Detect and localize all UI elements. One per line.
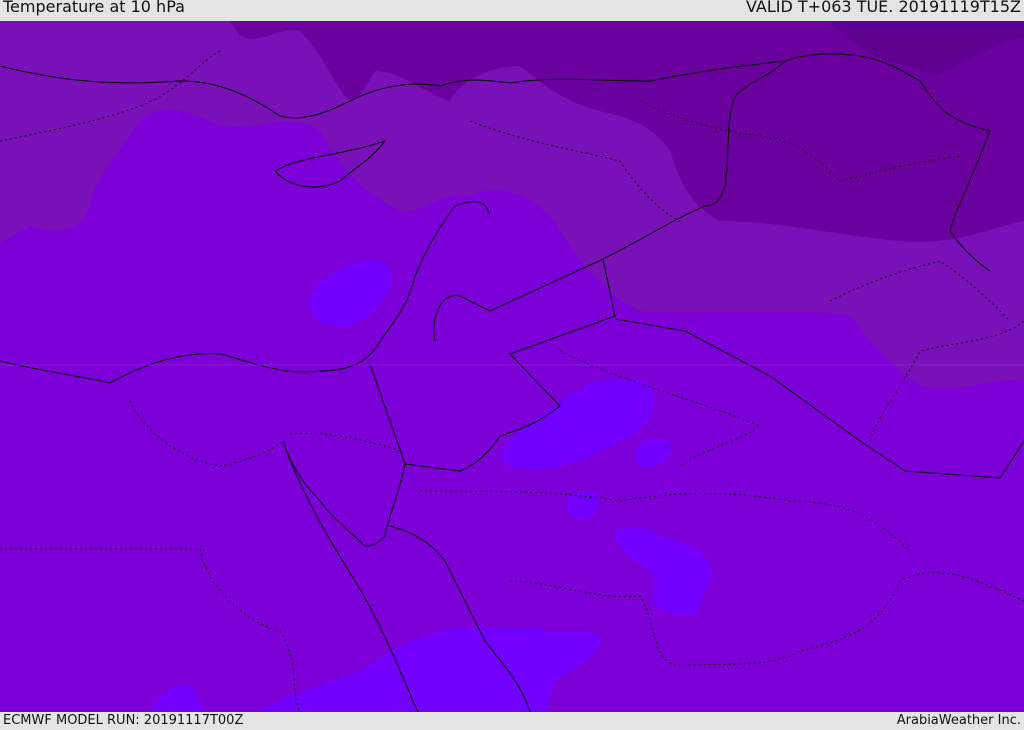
model-run: ECMWF MODEL RUN: 20191117T00Z: [3, 713, 244, 728]
valid-time: VALID T+063 TUE. 20191119T15Z: [745, 0, 1021, 16]
credit: ArabiaWeather Inc.: [896, 713, 1021, 728]
temperature-map[interactable]: [0, 21, 1024, 712]
header-bar: Temperature at 10 hPa VALID T+063 TUE. 2…: [0, 0, 1024, 21]
footer-bar: ECMWF MODEL RUN: 20191117T00Z ArabiaWeat…: [0, 712, 1024, 729]
map-title: Temperature at 10 hPa: [3, 0, 185, 16]
